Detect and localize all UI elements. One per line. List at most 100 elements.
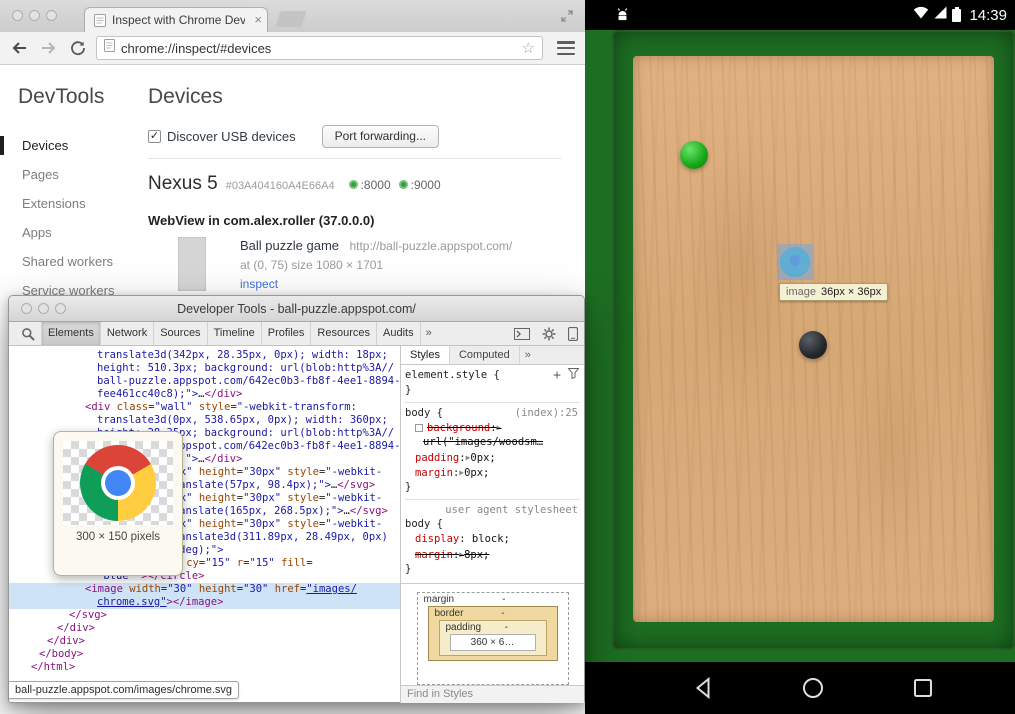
code-token: height [199, 492, 237, 504]
screenshot-root: Inspect with Chrome Deve × chrom [0, 0, 1015, 714]
style-row[interactable]: body { [405, 517, 580, 532]
browser-tab[interactable]: Inspect with Chrome Deve × [84, 7, 268, 32]
style-token: margin [415, 467, 453, 479]
new-tab-button[interactable] [275, 11, 306, 27]
code-token: height: 510.3px; background: url(blob:ht… [97, 362, 394, 374]
tab-favicon-icon [94, 14, 106, 27]
code-line[interactable]: fee461cc40c8);">…</div> [9, 388, 400, 401]
sidebar-item-devices[interactable]: Devices [0, 131, 148, 160]
style-token: margin [415, 549, 453, 561]
device-mode-icon[interactable] [562, 322, 584, 345]
bookmark-star-icon[interactable]: ☆ [522, 41, 535, 56]
code-token: </div> [204, 388, 242, 400]
devtools-tab-audits[interactable]: Audits [377, 322, 421, 345]
code-token: ball-puzzle.appspot.com/642ec0b3-fb8f-4e… [97, 375, 400, 387]
settings-gear-icon[interactable] [536, 322, 562, 345]
code-line[interactable]: translate3d(342px, 28.35px, 0px); width:… [9, 349, 400, 362]
inspect-link[interactable]: inspect [240, 277, 512, 291]
port-forwarding-button[interactable]: Port forwarding... [322, 125, 439, 148]
devtools-close-button[interactable] [21, 303, 32, 314]
window-zoom-button[interactable] [46, 10, 57, 21]
styles-tab-styles[interactable]: Styles [401, 346, 450, 364]
devtools-window-title: Developer Tools - ball-puzzle.appspot.co… [177, 302, 416, 316]
back-button-icon[interactable] [10, 40, 28, 56]
style-row[interactable]: margin:▶0px; [405, 465, 580, 480]
style-row[interactable]: } [405, 562, 580, 577]
port-status-dot [399, 180, 408, 189]
discover-usb-checkbox[interactable]: ✓ [148, 130, 161, 143]
code-token: "30px" [243, 518, 281, 530]
devtools-tab-network[interactable]: Network [101, 322, 154, 345]
sidebar-item-pages[interactable]: Pages [0, 160, 148, 189]
code-line[interactable]: </div> [9, 622, 400, 635]
style-row[interactable]: user agent stylesheet [405, 499, 580, 517]
padding-label: padding [446, 622, 482, 633]
style-row[interactable]: } [405, 480, 580, 495]
style-row[interactable]: } [405, 383, 580, 398]
tooltip-tag-name: image [786, 286, 816, 298]
code-line[interactable]: </div> [9, 635, 400, 648]
style-row[interactable]: url("images/woodsm… [405, 435, 580, 450]
nav-back-button[interactable] [692, 677, 714, 699]
code-line[interactable]: height: 510.3px; background: url(blob:ht… [9, 362, 400, 375]
url-text[interactable]: chrome://inspect/#devices [121, 41, 522, 56]
style-row[interactable]: padding:▶0px; [405, 450, 580, 465]
code-line[interactable]: translate3d(0px, 538.65px, 0px); width: … [9, 414, 400, 427]
code-token: style [287, 466, 319, 478]
code-token: "30px" [243, 466, 281, 478]
devtools-tab-resources[interactable]: Resources [311, 322, 377, 345]
style-row[interactable]: display: block; [405, 532, 580, 547]
console-drawer-icon[interactable] [508, 322, 536, 345]
sidebar-item-extensions[interactable]: Extensions [0, 189, 148, 218]
more-style-tabs-chevron[interactable]: » [520, 346, 536, 364]
devtools-tab-profiles[interactable]: Profiles [262, 322, 312, 345]
refresh-button-icon[interactable] [70, 40, 86, 56]
dark-ball[interactable] [799, 331, 827, 359]
address-bar[interactable]: chrome://inspect/#devices ☆ [96, 36, 543, 60]
style-row[interactable]: background:▶ [405, 420, 580, 435]
code-line[interactable]: ball-puzzle.appspot.com/642ec0b3-fb8f-4e… [9, 375, 400, 388]
code-token: "-webkit-transform: [237, 401, 357, 413]
window-close-button[interactable] [12, 10, 23, 21]
code-line[interactable]: </html> [9, 661, 400, 674]
find-in-styles-input[interactable]: Find in Styles [401, 685, 584, 703]
devtools-tab-elements[interactable]: Elements [41, 322, 101, 345]
code-line[interactable]: </svg> [9, 609, 400, 622]
style-token: block; [472, 533, 510, 545]
code-line[interactable]: <image width="30" height="30" href="imag… [9, 583, 400, 596]
property-checkbox[interactable] [415, 424, 423, 432]
devtools-minimize-button[interactable] [38, 303, 49, 314]
nav-recents-button[interactable] [912, 677, 934, 699]
usb-row: ✓ Discover USB devices Port forwarding..… [148, 125, 561, 148]
style-row[interactable]: element.style { [405, 368, 580, 383]
devtools-zoom-button[interactable] [55, 303, 66, 314]
devtools-tab-sources[interactable]: Sources [154, 322, 207, 345]
code-line[interactable]: </body> [9, 648, 400, 661]
green-ball[interactable] [680, 141, 708, 169]
code-token: "30" [167, 583, 192, 595]
window-minimize-button[interactable] [29, 10, 40, 21]
inspect-magnifier-icon[interactable] [15, 322, 41, 345]
nav-home-button[interactable] [802, 677, 824, 699]
code-token: "15" [205, 557, 230, 569]
tab-close-icon[interactable]: × [254, 12, 262, 27]
style-token: background [427, 422, 490, 434]
style-row[interactable]: body {(index):25 [405, 402, 580, 420]
more-panels-chevron[interactable]: » [421, 322, 437, 345]
forward-button-icon[interactable] [40, 40, 58, 56]
chrome-menu-icon[interactable] [557, 41, 575, 55]
code-line[interactable]: <div class="wall" style="-webkit-transfo… [9, 401, 400, 414]
code-token: style [287, 492, 319, 504]
style-token: element.style { [405, 369, 500, 381]
rule-source-link[interactable]: user agent stylesheet [445, 503, 578, 518]
code-line[interactable]: chrome.svg"></image> [9, 596, 400, 609]
sidebar-item-shared-workers[interactable]: Shared workers [0, 247, 148, 276]
status-icons: 14:39 [913, 0, 1007, 30]
window-expand-icon[interactable] [561, 9, 573, 27]
sidebar-item-apps[interactable]: Apps [0, 218, 148, 247]
rule-source-link[interactable]: (index):25 [515, 406, 578, 421]
style-row[interactable]: margin:▶8px; [405, 547, 580, 562]
devtools-tab-timeline[interactable]: Timeline [208, 322, 262, 345]
inspected-image-element[interactable] [777, 244, 813, 280]
styles-tab-computed[interactable]: Computed [450, 346, 520, 364]
